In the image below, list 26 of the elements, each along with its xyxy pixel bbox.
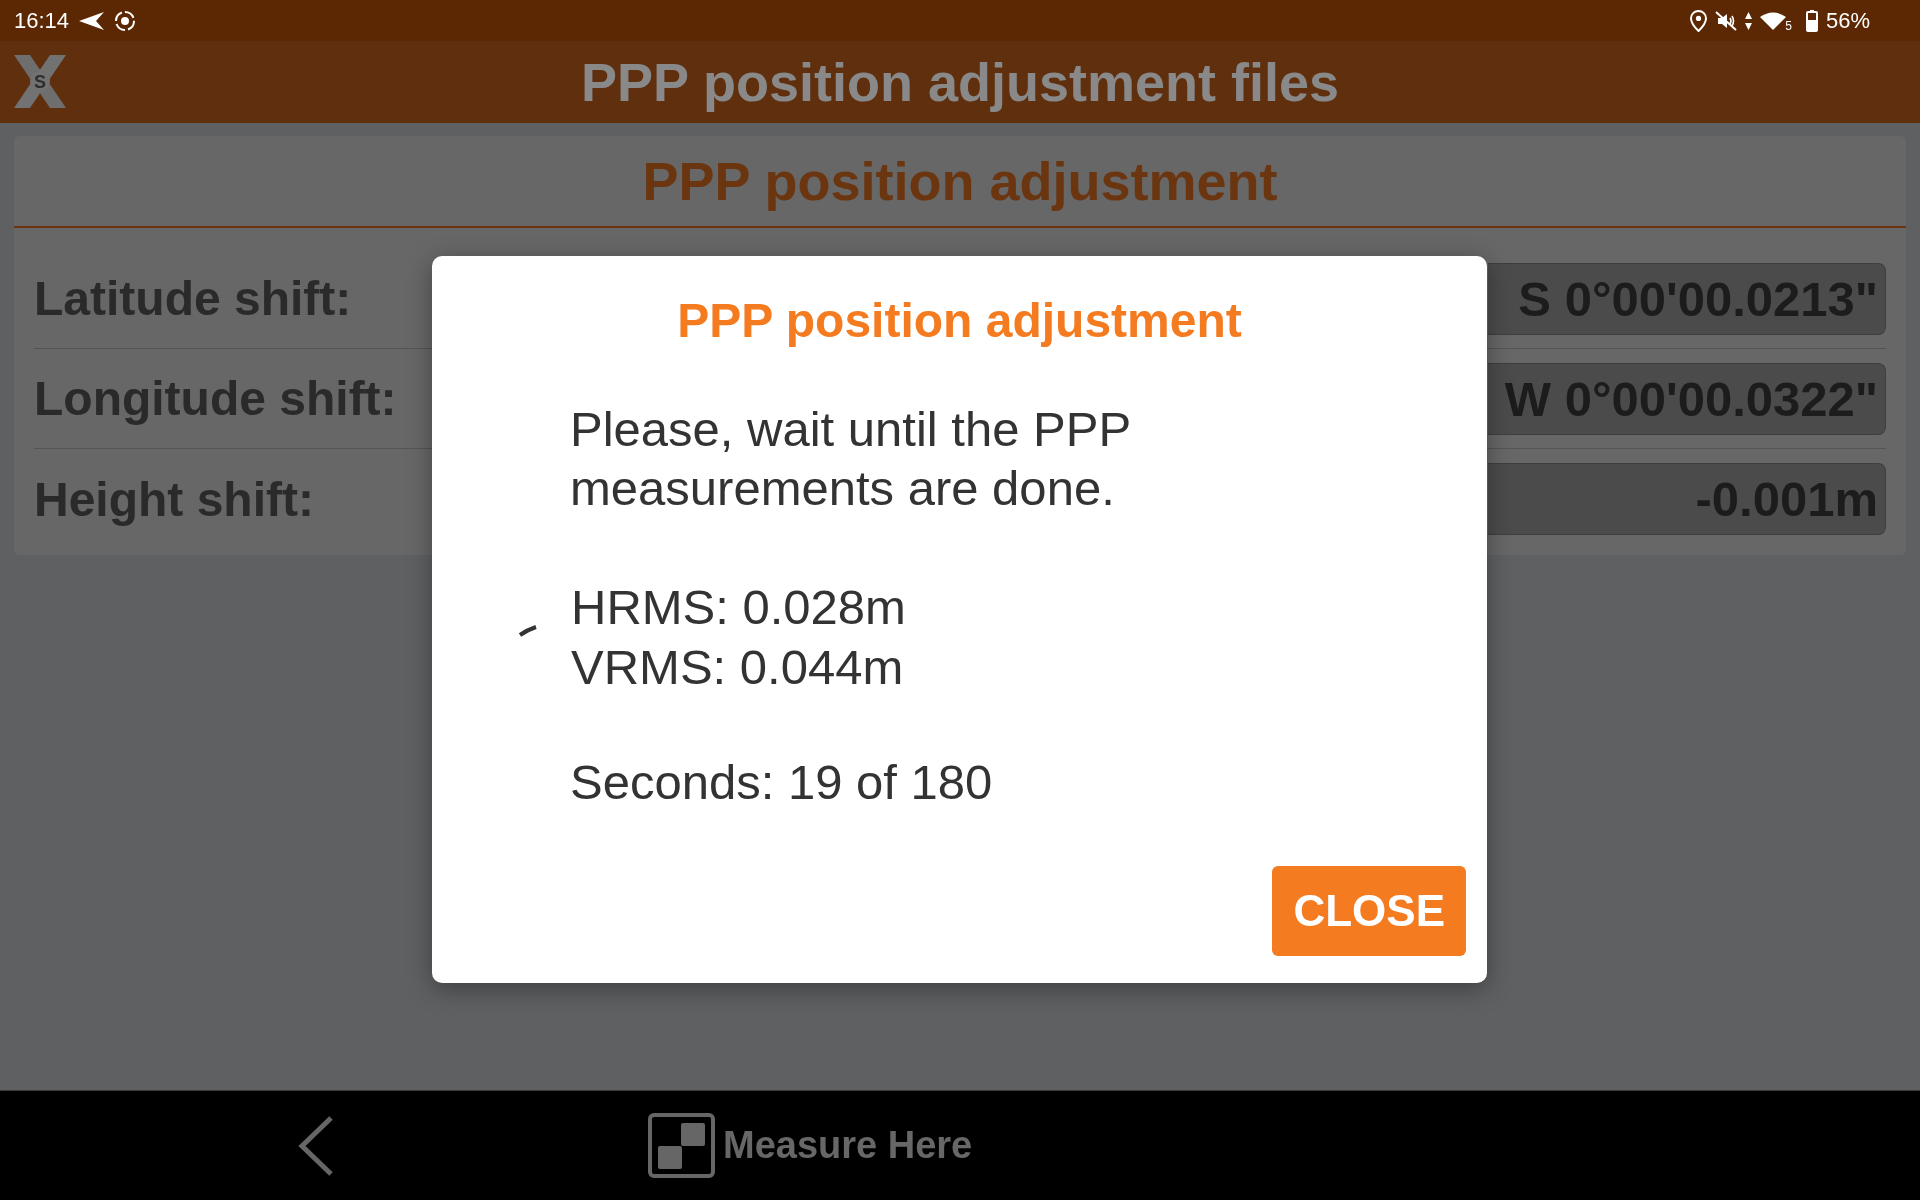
battery-percent: 56% (1825, 9, 1870, 32)
shift-label: Height shift: (34, 471, 314, 527)
muted-icon (1715, 10, 1738, 31)
back-chevron-icon (297, 1114, 335, 1177)
app-logo: S (14, 55, 66, 108)
battery-icon (1805, 9, 1818, 32)
location-pin-icon (1690, 9, 1708, 32)
network-label: 5 (1785, 18, 1792, 33)
shift-label: Latitude shift: (34, 271, 352, 326)
vrms-text: VRMS: 0.044m (571, 639, 905, 696)
paper-plane-icon (79, 11, 105, 30)
close-button[interactable]: CLOSE (1272, 866, 1466, 956)
seconds-text: Seconds: 19 of 180 (570, 754, 994, 811)
measure-here-button[interactable]: Measure Here (648, 1113, 973, 1178)
app-title: PPP position adjustment files (580, 51, 1340, 113)
status-time: 16:14 (14, 9, 70, 32)
hrms-text: HRMS: 0.028m (571, 579, 906, 636)
dialog-message: Please, wait until the PPP measurements are done. (570, 401, 1132, 517)
shift-label: Longitude shift: (34, 371, 397, 426)
target-icon (114, 9, 137, 32)
panel-title: PPP position adjustment (642, 150, 1278, 212)
dialog-title: PPP position adjustment (676, 293, 1243, 349)
data-arrows-icon (1745, 11, 1753, 30)
measure-icon (648, 1113, 715, 1178)
wifi-icon (1760, 11, 1787, 30)
spinner-icon (518, 623, 538, 637)
